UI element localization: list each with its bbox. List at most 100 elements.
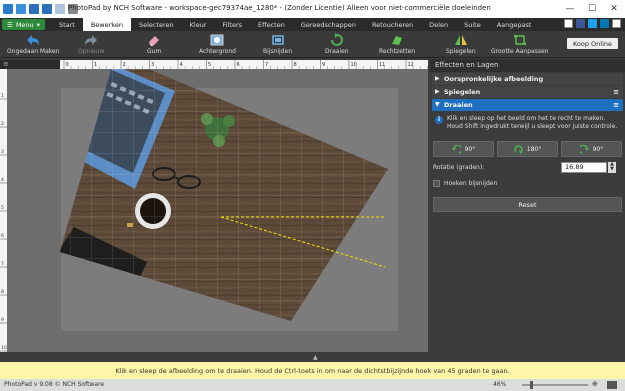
status-bar: PhotoPad v 9.08 © NCH Software 46% ⊕ — [0, 379, 625, 391]
help-icon[interactable] — [612, 19, 621, 28]
hint-text: Klik en sleep de afbeelding om te draaie… — [115, 366, 510, 375]
undo-quick-icon[interactable] — [29, 4, 39, 14]
canvas-bottom-bar: ▲ — [7, 352, 428, 362]
redo-quick-icon[interactable] — [42, 4, 52, 14]
section-original-image[interactable]: ▶ Oorspronkelijke afbeelding — [432, 73, 623, 85]
straighten-icon — [392, 35, 403, 45]
buy-online-button[interactable]: Koop Online — [566, 38, 618, 49]
rotate-info: i Klik en sleep op het beeld om het te re… — [433, 115, 622, 135]
rotation-angle-label: Rotatie (graden): — [433, 164, 485, 171]
menu-tab-bewerken[interactable]: Bewerken — [82, 18, 131, 31]
rotation-angle-input[interactable]: 16.89 — [561, 162, 607, 173]
ruler-label: 2 — [123, 62, 126, 68]
menu-bar: ☰ Menu ▾ Start Bewerken Selecteren Kleur Filte… — [0, 18, 625, 31]
ruler-corner: ≡ — [0, 60, 60, 69]
undo-button[interactable]: Ongedaan Maken — [7, 33, 60, 55]
ruler-label: 1 — [1, 93, 4, 99]
new-icon[interactable] — [55, 4, 65, 14]
facebook-icon[interactable] — [576, 19, 585, 28]
section-mirror[interactable]: ▶ Spiegelen ≡ — [432, 86, 623, 98]
mirror-icon — [454, 34, 467, 45]
zoom-slider-handle[interactable] — [530, 381, 533, 389]
twitter-icon[interactable] — [588, 19, 597, 28]
notifications-icon[interactable] — [564, 19, 573, 28]
ruler-label: 4 — [180, 62, 183, 68]
ruler-label: 2 — [1, 121, 4, 127]
background-button[interactable]: Achtergrond — [199, 33, 236, 55]
rotate-button[interactable]: Draaien — [325, 33, 349, 55]
section-menu-icon[interactable]: ≡ — [613, 86, 619, 98]
ruler-label: 5 — [1, 205, 4, 211]
app-icon — [3, 4, 13, 14]
rotate-right-90-button[interactable]: 90° — [561, 141, 622, 157]
hamburger-icon: ☰ — [7, 20, 13, 29]
crop-icon — [271, 34, 284, 45]
menu-tab-retoucheren[interactable]: Retoucheren — [364, 18, 421, 31]
collapse-arrow-icon[interactable]: ▲ — [313, 354, 318, 361]
menu-tab-delen[interactable]: Delen — [421, 18, 456, 31]
ruler-label: 10 — [351, 62, 357, 68]
menu-tab-gereedschappen[interactable]: Gereedschappen — [293, 18, 364, 31]
crop-button[interactable]: Bijsnijden — [263, 33, 292, 55]
menu-button[interactable]: ☰ Menu ▾ — [2, 19, 45, 30]
rotate-icon — [330, 33, 343, 46]
rotate-right-icon — [579, 144, 589, 154]
save-icon[interactable] — [16, 4, 26, 14]
linkedin-icon[interactable] — [600, 19, 609, 28]
resize-button[interactable]: Grootte Aanpassen — [491, 33, 548, 55]
rotate-180-button[interactable]: 180° — [497, 141, 558, 157]
straighten-button[interactable]: Rechtzetten — [379, 33, 415, 55]
ruler-label: 8 — [294, 62, 297, 68]
ruler-label: 6 — [1, 233, 4, 239]
version-text: PhotoPad v 9.08 © NCH Software — [4, 381, 105, 388]
zoom-level: 46% — [493, 381, 507, 388]
ruler-label: 6 — [237, 62, 240, 68]
vertical-ruler: 1 2 3 4 5 6 7 8 9 10 — [0, 69, 7, 352]
crop-corners-checkbox[interactable] — [433, 180, 440, 187]
ruler-label: 7 — [1, 261, 4, 267]
section-rotate[interactable]: ▼ Draaien ≡ — [432, 99, 623, 111]
menu-tab-selecteren[interactable]: Selecteren — [131, 18, 182, 31]
menu-tab-filters[interactable]: Filters — [215, 18, 250, 31]
ruler-label: 4 — [1, 177, 4, 183]
ruler-label: 1 — [94, 62, 97, 68]
window-title: PhotoPad by NCH Software - workspace-gec… — [68, 4, 491, 12]
mirror-button[interactable]: Spiegelen — [446, 33, 476, 55]
close-button[interactable]: ✕ — [603, 0, 625, 18]
canvas-area[interactable] — [7, 69, 428, 352]
menu-tab-suite[interactable]: Suite — [456, 18, 489, 31]
rotation-angle-row: Rotatie (graden): 16.89 ▲ ▼ — [433, 162, 622, 173]
rotate-left-icon — [451, 144, 461, 154]
ruler-label: 12 — [408, 62, 414, 68]
ruler-label: 9 — [322, 62, 325, 68]
menu-tab-kleur[interactable]: Kleur — [182, 18, 215, 31]
chevron-down-icon: ▾ — [36, 20, 40, 29]
menu-tab-aangepast[interactable]: Aangepast — [489, 18, 540, 31]
zoom-in-icon[interactable]: ⊕ — [592, 380, 598, 388]
ruler-label: 0 — [66, 62, 69, 68]
rotate-180-icon — [513, 144, 523, 154]
eraser-button[interactable]: Gum — [147, 33, 161, 55]
fit-to-window-icon[interactable] — [607, 381, 617, 389]
crop-corners-row: Hoeken bijsnijden — [433, 178, 622, 189]
effects-layers-panel: Effecten en Lagen ▶ Oorspronkelijke afbee… — [430, 59, 625, 353]
maximize-button[interactable]: ☐ — [581, 0, 603, 18]
ruler-label: 3 — [1, 149, 4, 155]
menu-tab-effecten[interactable]: Effecten — [250, 18, 293, 31]
angle-spinner[interactable]: ▲ ▼ — [608, 162, 616, 173]
rotate-left-90-button[interactable]: 90° — [433, 141, 494, 157]
expand-arrow-icon: ▶ — [435, 75, 440, 82]
eraser-icon — [149, 35, 160, 46]
ruler-label: 11 — [379, 62, 385, 68]
menu-tab-start[interactable]: Start — [51, 18, 83, 31]
undo-icon — [27, 34, 40, 45]
section-menu-icon[interactable]: ≡ — [613, 99, 619, 111]
redo-icon — [85, 34, 98, 45]
toolbar: Ongedaan Maken Opnieuw Gum Achtergrond B… — [0, 31, 625, 58]
redo-button[interactable]: Opnieuw — [78, 33, 104, 55]
ruler-label: 9 — [1, 317, 4, 323]
panel-title: Effecten en Lagen — [430, 59, 625, 72]
reset-button[interactable]: Reset — [433, 197, 622, 212]
canvas-svg[interactable] — [7, 69, 428, 352]
minimize-button[interactable]: — — [559, 0, 581, 18]
